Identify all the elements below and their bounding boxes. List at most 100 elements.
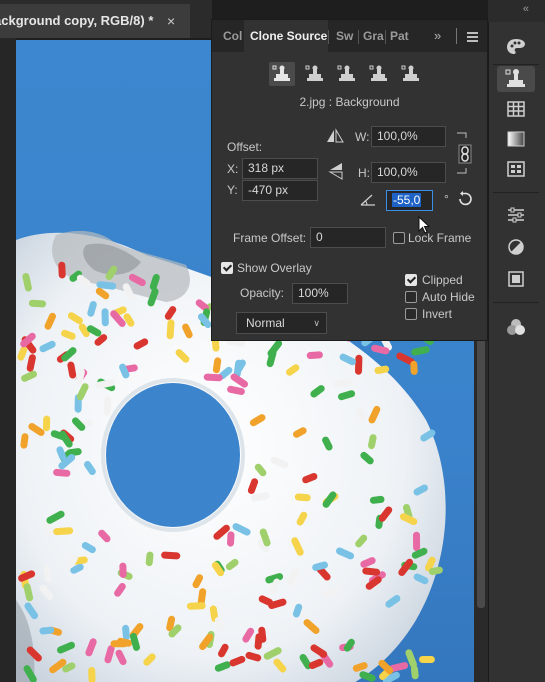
- sprinkle: [338, 390, 356, 401]
- sprinkle: [104, 645, 115, 664]
- sprinkle: [122, 283, 134, 299]
- sprinkle: [94, 334, 108, 346]
- sprinkle: [258, 595, 273, 606]
- sprinkle: [128, 273, 146, 287]
- palette-icon[interactable]: [497, 34, 535, 60]
- grid-icon[interactable]: [497, 96, 535, 122]
- sprinkle: [259, 528, 271, 547]
- width-scale-input[interactable]: 100,0%: [371, 126, 446, 147]
- sprinkle: [302, 473, 318, 484]
- sprinkle: [44, 312, 56, 330]
- sprinkle: [247, 478, 259, 494]
- sprinkle: [76, 274, 91, 287]
- blend-mode-dropdown[interactable]: Normal ∨: [236, 312, 327, 334]
- tab-swatches[interactable]: Sw: [336, 20, 356, 52]
- scrollbar-thumb[interactable]: [477, 338, 485, 608]
- frame-offset-label: Frame Offset:: [233, 231, 307, 245]
- sprinkle: [336, 547, 355, 560]
- sprinkle: [355, 534, 368, 548]
- clipped-checkbox[interactable]: [405, 274, 417, 286]
- degree-symbol: °: [444, 192, 449, 206]
- more-tabs-icon[interactable]: »: [434, 28, 441, 43]
- angle-icon: [360, 194, 376, 209]
- sprinkle: [166, 615, 176, 632]
- sprinkle: [269, 578, 281, 593]
- sprinkle: [53, 468, 71, 477]
- flip-horizontal-icon[interactable]: [326, 128, 344, 147]
- gradient-icon[interactable]: [497, 126, 535, 152]
- sprinkle: [254, 463, 267, 477]
- sprinkle: [145, 551, 154, 567]
- sprinkle: [86, 325, 102, 337]
- sprinkle: [53, 527, 74, 536]
- sprinkle: [268, 598, 287, 609]
- clone-source-4-button[interactable]: [366, 62, 392, 86]
- collapse-panels-icon[interactable]: «: [523, 3, 529, 15]
- pattern-icon[interactable]: [497, 156, 535, 182]
- sprinkle: [225, 558, 239, 571]
- sprinkle: [322, 436, 333, 451]
- rotation-angle-input[interactable]: -55,0: [386, 190, 433, 211]
- sprinkle: [75, 368, 85, 385]
- libraries-icon[interactable]: [497, 266, 535, 292]
- sprinkle: [369, 495, 385, 504]
- sprinkle: [122, 364, 138, 373]
- clone-source-1-button[interactable]: [269, 62, 295, 86]
- close-icon[interactable]: ×: [167, 4, 175, 38]
- sprinkle: [251, 492, 270, 502]
- sprinkle: [355, 407, 367, 421]
- sprinkle: [61, 329, 76, 340]
- show-overlay-checkbox[interactable]: [221, 262, 233, 274]
- sprinkle: [67, 554, 78, 568]
- clone-source-2-button[interactable]: [302, 62, 328, 86]
- sprinkle: [389, 662, 409, 672]
- tab-clone-source[interactable]: Clone Source: [244, 20, 328, 52]
- overlay-opacity-input[interactable]: 100%: [292, 283, 348, 304]
- sprinkle: [218, 366, 233, 380]
- h-label: H:: [358, 166, 370, 180]
- panel-menu-icon[interactable]: [467, 32, 478, 44]
- invert-checkbox[interactable]: [405, 308, 417, 320]
- sprinkle: [67, 312, 83, 325]
- sprinkle: [39, 340, 56, 353]
- auto-hide-checkbox[interactable]: [405, 291, 417, 303]
- height-scale-input[interactable]: 100,0%: [371, 162, 446, 183]
- link-icon[interactable]: [458, 144, 472, 167]
- invert-label: Invert: [422, 307, 453, 321]
- lock-frame-checkbox[interactable]: [393, 232, 405, 244]
- sprinkle: [168, 624, 182, 638]
- sprinkle: [122, 624, 130, 641]
- sprinkle: [368, 434, 377, 450]
- reset-transform-icon[interactable]: [456, 190, 474, 211]
- show-overlay-label: Show Overlay: [237, 261, 312, 275]
- tab-gradients[interactable]: Gra: [363, 20, 385, 52]
- tab-patterns[interactable]: Pat: [390, 20, 412, 52]
- rotation-angle-value: -55,0: [392, 193, 422, 207]
- sprinkle: [39, 626, 55, 635]
- sprinkle: [293, 427, 307, 438]
- clone-stamp-icon[interactable]: [497, 66, 535, 92]
- channels-icon[interactable]: [497, 314, 535, 340]
- sprinkle: [249, 414, 266, 427]
- circle-half-icon[interactable]: [497, 234, 535, 260]
- document-tab[interactable]: ackground copy, RGB/8) * ×: [0, 4, 190, 38]
- sprinkle: [149, 274, 160, 291]
- sprinkle: [96, 281, 117, 290]
- offset-y-input[interactable]: -470 px: [242, 180, 318, 201]
- sprinkle: [378, 659, 394, 675]
- offset-label: Offset:: [227, 140, 263, 154]
- clone-source-5-button[interactable]: [398, 62, 424, 86]
- sprinkle: [87, 301, 97, 317]
- sprinkle: [380, 335, 392, 351]
- frame-offset-input[interactable]: 0: [310, 227, 386, 248]
- clone-source-3-button[interactable]: [334, 62, 360, 86]
- divider: [385, 30, 386, 44]
- adjustments-icon[interactable]: [497, 202, 535, 228]
- flip-vertical-icon[interactable]: [328, 162, 344, 183]
- tab-color[interactable]: Col: [212, 20, 245, 52]
- sprinkle: [294, 493, 311, 502]
- y-label: Y:: [227, 183, 238, 197]
- offset-x-input[interactable]: 318 px: [242, 158, 318, 179]
- sprinkle: [232, 523, 251, 536]
- sprinkle: [175, 349, 190, 363]
